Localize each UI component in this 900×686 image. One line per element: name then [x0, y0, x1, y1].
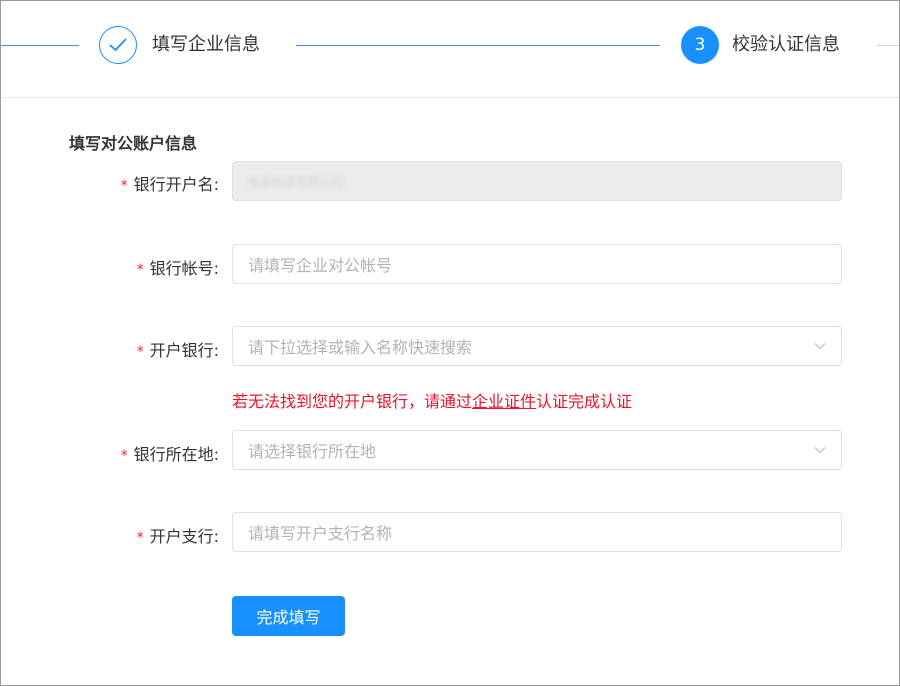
required-mark: * — [136, 262, 144, 278]
required-mark: * — [120, 178, 128, 194]
section-title: 填写对公账户信息 — [69, 134, 198, 153]
branch-bank-placeholder: 请填写开户支行名称 — [248, 524, 393, 543]
complete-button[interactable]: 完成填写 — [232, 596, 345, 636]
step-3-label: 校验认证信息 — [732, 34, 840, 55]
bank-account-number-label: * 银行帐号: — [137, 255, 219, 279]
required-mark: * — [136, 530, 144, 546]
bank-account-number-input[interactable]: 请填写企业对公帐号 — [232, 244, 842, 284]
step-connector — [877, 45, 899, 46]
bank-not-found-hint: 若无法找到您的开户银行，请通过企业证件认证完成认证 — [232, 388, 632, 412]
hint-suffix: 认证完成认证 — [536, 392, 633, 411]
checkmark-icon — [109, 38, 127, 51]
step-2-label: 填写企业信息 — [152, 34, 260, 55]
required-mark: * — [120, 448, 128, 464]
step-2-complete — [99, 26, 137, 64]
opening-bank-select[interactable]: 请下拉选择或输入名称快速搜索 — [232, 326, 842, 366]
page-frame: 填写企业信息 3 校验认证信息 填写对公账户信息 * 银行开户名: 某某科技有限公… — [0, 0, 900, 686]
step-connector — [1, 45, 79, 46]
bank-location-select[interactable]: 请选择银行所在地 — [232, 430, 842, 470]
enterprise-certificate-link[interactable]: 企业证件 — [472, 392, 536, 411]
branch-bank-input[interactable]: 请填写开户支行名称 — [232, 512, 842, 552]
bank-account-name-field: 某某科技有限公司 — [232, 161, 842, 201]
branch-bank-label-text: 开户支行: — [149, 527, 219, 546]
progress-stepper: 填写企业信息 3 校验认证信息 — [1, 1, 899, 98]
chevron-down-icon — [814, 447, 826, 454]
bank-account-name-value: 某某科技有限公司 — [248, 174, 345, 189]
opening-bank-placeholder: 请下拉选择或输入名称快速搜索 — [248, 338, 473, 357]
bank-account-number-placeholder: 请填写企业对公帐号 — [248, 256, 393, 275]
step-3-current: 3 — [681, 26, 719, 64]
opening-bank-label: * 开户银行: — [137, 337, 219, 361]
opening-bank-label-text: 开户银行: — [149, 341, 219, 360]
bank-location-label-text: 银行所在地: — [133, 445, 219, 464]
branch-bank-label: * 开户支行: — [137, 523, 219, 547]
hint-prefix: 若无法找到您的开户银行，请通过 — [232, 392, 473, 411]
step-3-number: 3 — [694, 35, 706, 55]
bank-location-label: * 银行所在地: — [121, 441, 219, 465]
bank-location-placeholder: 请选择银行所在地 — [248, 442, 377, 461]
chevron-down-icon — [814, 343, 826, 350]
bank-account-number-label-text: 银行帐号: — [149, 259, 219, 278]
step-connector — [296, 45, 660, 46]
required-mark: * — [136, 344, 144, 360]
bank-account-name-label-text: 银行开户名: — [133, 175, 219, 194]
bank-account-name-label: * 银行开户名: — [121, 171, 219, 195]
